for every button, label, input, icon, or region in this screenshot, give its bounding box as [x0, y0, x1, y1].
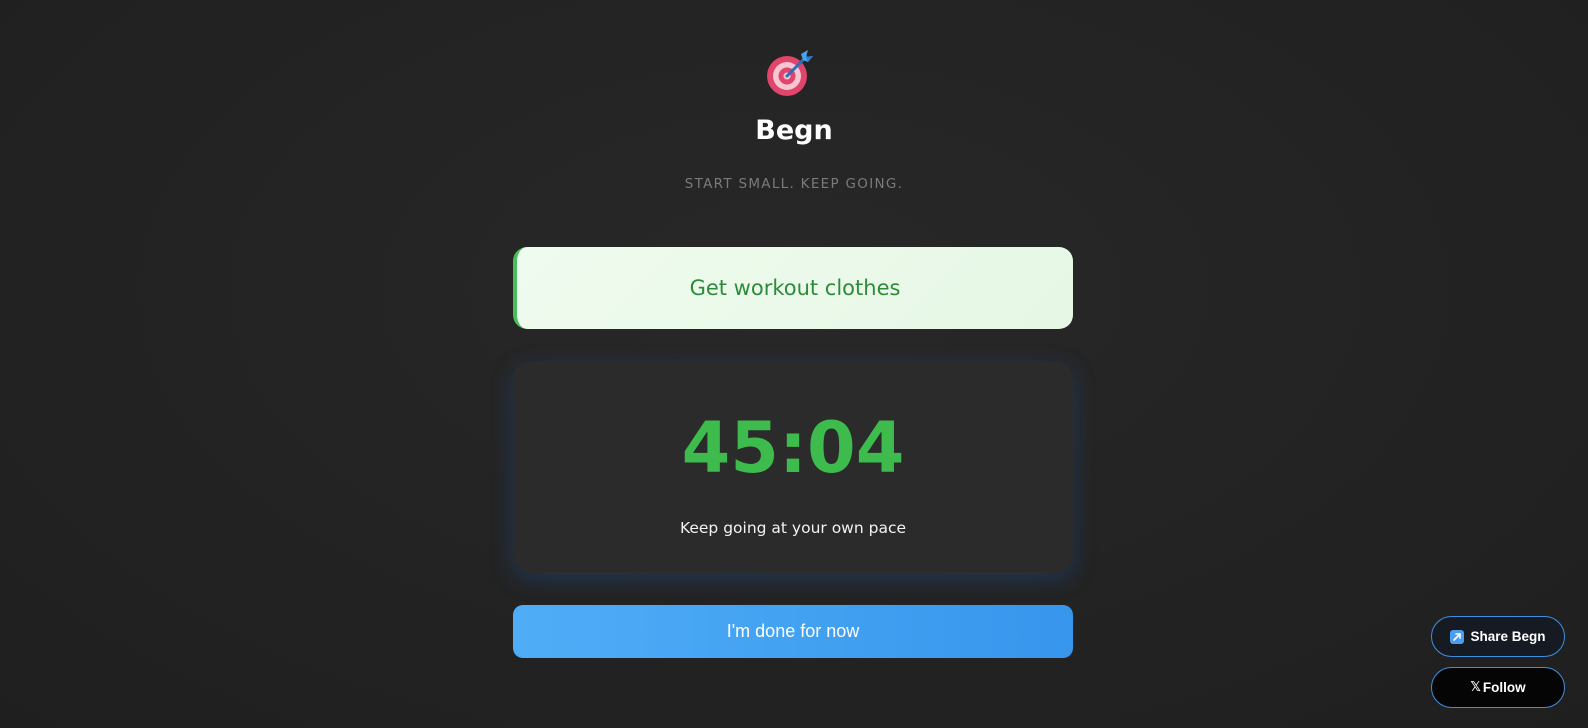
timer-display: 45:04 [681, 407, 905, 489]
external-link-icon [1450, 629, 1465, 644]
x-logo-icon: 𝕏 [1470, 680, 1481, 695]
current-task-label: Get workout clothes [689, 276, 901, 300]
current-task-card: Get workout clothes [513, 247, 1073, 329]
timer-card: 45:04 Keep going at your own pace [513, 361, 1073, 573]
share-button-label: Share Begn [1470, 629, 1546, 644]
app-title: Begn [755, 115, 833, 146]
app-tagline: START SMALL. KEEP GOING. [684, 176, 904, 192]
follow-button[interactable]: 𝕏 Follow [1431, 667, 1565, 708]
follow-button-label: Follow [1482, 680, 1526, 695]
timer-caption: Keep going at your own pace [679, 519, 907, 537]
target-dart-icon [766, 48, 816, 98]
share-button[interactable]: Share Begn [1431, 616, 1565, 657]
done-button[interactable]: I'm done for now [513, 605, 1073, 658]
